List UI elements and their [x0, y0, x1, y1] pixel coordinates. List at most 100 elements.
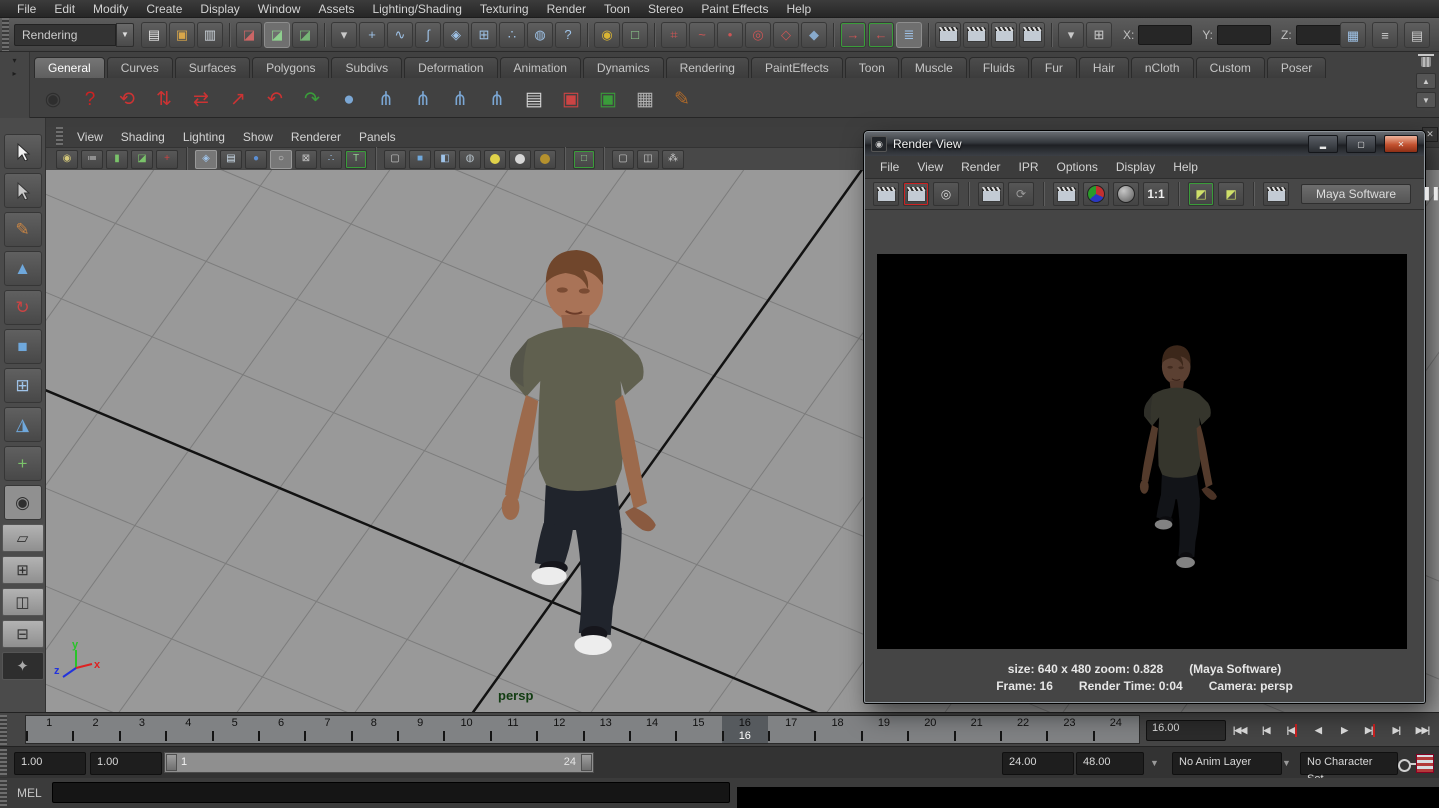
- show-manipulator-tool-button[interactable]: +: [4, 446, 42, 481]
- menu-texturing[interactable]: Texturing: [471, 0, 538, 18]
- one-to-one-icon[interactable]: 1:1: [1143, 182, 1169, 206]
- render-image-area[interactable]: [877, 254, 1407, 649]
- grid-icon[interactable]: ◈: [195, 150, 217, 169]
- timeline-frame-6[interactable]: 6: [258, 716, 304, 743]
- menu-render[interactable]: Render: [538, 0, 595, 18]
- selection-constraint-icon[interactable]: ▣: [558, 86, 584, 112]
- minimize-button[interactable]: ▂: [1308, 135, 1338, 153]
- timeline-frame-24[interactable]: 24: [1093, 716, 1139, 743]
- menu-edit[interactable]: Edit: [45, 0, 84, 18]
- render-view-titlebar[interactable]: ◉ Render View ▂ ▢ ✕: [865, 132, 1424, 156]
- shelf-trash-icon[interactable]: [1420, 54, 1432, 67]
- toolbar-grip[interactable]: [2, 18, 9, 51]
- graph-nodes-icon-3[interactable]: ⋔: [447, 86, 473, 112]
- highlight-selection-button[interactable]: □: [622, 22, 648, 48]
- timeline-frame-18[interactable]: 18: [814, 716, 860, 743]
- channel-box-button[interactable]: ▦: [1340, 22, 1366, 48]
- menu-assets[interactable]: Assets: [309, 0, 363, 18]
- select-hierarchy-button[interactable]: ◪: [236, 22, 262, 48]
- wireframe-display-icon[interactable]: ○: [270, 150, 292, 169]
- menu-file[interactable]: File: [8, 0, 45, 18]
- rgb-channels-icon[interactable]: [1083, 182, 1109, 206]
- select-dynamics-mask-button[interactable]: ∴: [499, 22, 525, 48]
- tool-settings-button[interactable]: ≡: [1372, 22, 1398, 48]
- film-reel-icon[interactable]: ◉: [40, 86, 66, 112]
- timeline-frame-9[interactable]: 9: [397, 716, 443, 743]
- hypergraph-window-icon[interactable]: ▤: [521, 86, 547, 112]
- soft-modification-tool-button[interactable]: ◮: [4, 407, 42, 442]
- film-gate-icon[interactable]: ▤: [220, 150, 242, 169]
- book-view-icon[interactable]: ◫: [637, 150, 659, 169]
- step-back-frame-button[interactable]: |◀: [1253, 718, 1278, 742]
- shelf-tab-curves[interactable]: Curves: [107, 57, 173, 78]
- shelf-fold-arrow-icon[interactable]: ▸: [12, 69, 16, 78]
- ipr-render-icon[interactable]: [978, 182, 1004, 206]
- select-object-button[interactable]: ◪: [264, 22, 290, 48]
- render-region-icon[interactable]: [1053, 182, 1079, 206]
- timeline-frame-7[interactable]: 7: [304, 716, 350, 743]
- shelf-tab-fur[interactable]: Fur: [1031, 57, 1077, 78]
- panel-menu-shading[interactable]: Shading: [112, 128, 174, 146]
- select-camera-icon[interactable]: ◉: [56, 150, 78, 169]
- camera-attributes-icon[interactable]: ≔: [81, 150, 103, 169]
- character-set-selector[interactable]: No Character Set: [1300, 752, 1398, 775]
- make-live-shelf-icon[interactable]: ▣: [595, 86, 621, 112]
- timeline-frame-15[interactable]: 15: [675, 716, 721, 743]
- open-render-view-button[interactable]: [935, 22, 961, 48]
- go-to-start-button[interactable]: |◀◀: [1227, 718, 1252, 742]
- shelf-tab-polygons[interactable]: Polygons: [252, 57, 329, 78]
- poly-cube-icon[interactable]: ▦: [632, 86, 658, 112]
- shaded-display-icon[interactable]: ●: [245, 150, 267, 169]
- shelf-tab-animation[interactable]: Animation: [500, 57, 581, 78]
- shelf-tab-muscle[interactable]: Muscle: [901, 57, 967, 78]
- shelf-tab-custom[interactable]: Custom: [1196, 57, 1265, 78]
- render-view-menu-display[interactable]: Display: [1107, 158, 1164, 176]
- x-coordinate-field[interactable]: [1138, 25, 1192, 45]
- texture-checker-icon[interactable]: ◍: [459, 150, 481, 169]
- step-back-key-button[interactable]: |◀: [1279, 718, 1304, 742]
- timeline-frame-14[interactable]: 14: [629, 716, 675, 743]
- menu-create[interactable]: Create: [137, 0, 191, 18]
- timeline-grip[interactable]: [0, 715, 7, 745]
- output-connections-button[interactable]: ←: [868, 22, 894, 48]
- timeline-frame-16[interactable]: 1616: [722, 716, 768, 743]
- select-misc-mask-button[interactable]: ?: [555, 22, 581, 48]
- character-set-dropdown-arrow-icon[interactable]: ▼: [1282, 758, 1291, 768]
- paint-brush-icon[interactable]: ✎: [669, 86, 695, 112]
- panel-menu-view[interactable]: View: [68, 128, 112, 146]
- menu-set-dropdown-arrow-icon[interactable]: ▼: [116, 23, 134, 47]
- render-settings-button[interactable]: [1019, 22, 1045, 48]
- lasso-select-tool-button[interactable]: [4, 173, 42, 208]
- select-rendering-mask-button[interactable]: ◍: [527, 22, 553, 48]
- shelf-tab-general[interactable]: General: [34, 57, 105, 78]
- share-view-icon[interactable]: ⁂: [662, 150, 684, 169]
- shelf-tab-hair[interactable]: Hair: [1079, 57, 1129, 78]
- dolly-camera-icon[interactable]: ⇄: [188, 86, 214, 112]
- play-forwards-button[interactable]: ▶: [1332, 718, 1357, 742]
- lock-selection-button[interactable]: ◉: [594, 22, 620, 48]
- absolute-transform-button[interactable]: ⊞: [1086, 22, 1112, 48]
- shelf-tab-rendering[interactable]: Rendering: [666, 57, 749, 78]
- shelf-fold-arrow-icon[interactable]: ▾: [12, 56, 16, 65]
- timeline-frame-19[interactable]: 19: [861, 716, 907, 743]
- delete-unused-icon[interactable]: ●: [336, 86, 362, 112]
- timeline-frame-2[interactable]: 2: [72, 716, 118, 743]
- timeline-frame-12[interactable]: 12: [536, 716, 582, 743]
- snap-to-view-planes-button[interactable]: ◇: [773, 22, 799, 48]
- timeline-frame-5[interactable]: 5: [212, 716, 258, 743]
- mel-label[interactable]: MEL: [17, 786, 42, 800]
- shelf-tab-poser[interactable]: Poser: [1267, 57, 1326, 78]
- playback-start-field[interactable]: 1.00: [90, 752, 162, 775]
- select-all-mask-button[interactable]: +: [359, 22, 385, 48]
- range-end-handle[interactable]: [581, 754, 592, 771]
- ipr-render-button[interactable]: [991, 22, 1017, 48]
- graph-nodes-icon-1[interactable]: ⋔: [373, 86, 399, 112]
- transform-fields-dropdown[interactable]: ▾: [1058, 22, 1084, 48]
- shelf-tab-deformation[interactable]: Deformation: [404, 57, 497, 78]
- rotate-tool-button[interactable]: ↻: [4, 290, 42, 325]
- playback-end-field[interactable]: 24.00: [1002, 752, 1074, 775]
- anim-layer-selector[interactable]: No Anim Layer: [1172, 752, 1282, 775]
- render-view-menu-options[interactable]: Options: [1048, 158, 1107, 176]
- select-deformations-mask-button[interactable]: ⊞: [471, 22, 497, 48]
- track-camera-icon[interactable]: ⇅: [151, 86, 177, 112]
